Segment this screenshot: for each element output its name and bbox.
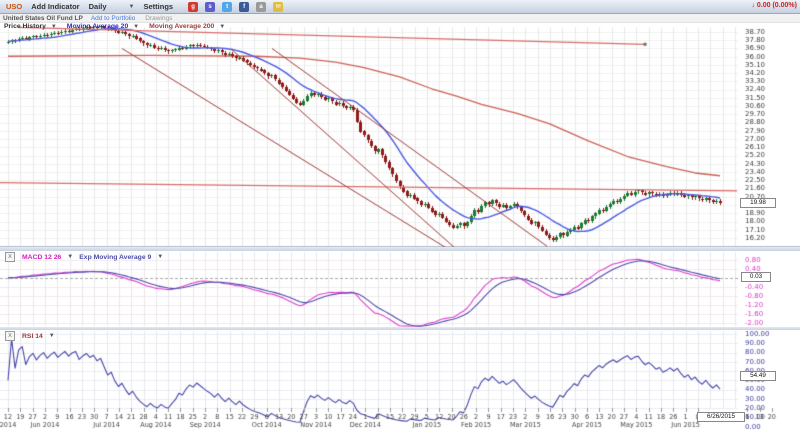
interval-select[interactable]: Daily ▼ xyxy=(89,2,135,11)
drawings-button[interactable]: Drawings xyxy=(145,15,172,22)
chevron-down-icon: ▼ xyxy=(133,24,139,30)
rsi-close-button[interactable]: X xyxy=(5,331,15,341)
rsi-label[interactable]: RSI 14 xyxy=(22,333,43,340)
rsi-panel-canvas[interactable] xyxy=(0,330,800,431)
chevron-down-icon: ▼ xyxy=(219,24,225,30)
lock-icon[interactable]: a xyxy=(256,2,266,12)
chevron-down-icon: ▼ xyxy=(51,24,57,30)
chevron-down-icon: ▼ xyxy=(49,333,55,339)
rsi-current-box: 54.49 xyxy=(740,371,776,381)
chevron-down-icon: ▼ xyxy=(67,254,73,260)
indicator-legend-row: Price History ▼ Moving Average 20 ▼ Movi… xyxy=(4,22,235,30)
price-chart-canvas[interactable] xyxy=(0,26,800,247)
stocktwits-icon[interactable]: s xyxy=(205,2,215,12)
ma20-dropdown[interactable]: Moving Average 20 ▼ xyxy=(67,23,139,30)
company-name: United States Oil Fund LP xyxy=(3,15,83,22)
twitter-icon[interactable]: t xyxy=(222,2,232,12)
down-arrow-icon: ↓ xyxy=(751,2,755,9)
chevron-down-icon: ▼ xyxy=(129,4,135,10)
macd-label[interactable]: MACD 12 26 xyxy=(22,254,61,261)
social-icons: gstfa ✉ xyxy=(181,2,283,12)
googleplus-icon[interactable]: g xyxy=(188,2,198,12)
macd-panel-canvas[interactable] xyxy=(0,251,800,327)
macd-panel-header: X MACD 12 26 ▼ Exp Moving Average 9 ▼ xyxy=(5,252,163,262)
price-change: ↓ 0.00 (0.00%) xyxy=(751,2,797,9)
interval-value: Daily xyxy=(89,2,107,11)
email-icon[interactable]: ✉ xyxy=(273,2,283,12)
macd-current-box: 0.03 xyxy=(741,272,771,282)
price-history-dropdown[interactable]: Price History ▼ xyxy=(4,23,57,30)
symbol-label[interactable]: USO xyxy=(6,2,22,11)
top-toolbar: USO Add Indicator Daily ▼ Settings gstfa… xyxy=(0,0,800,14)
macd-close-button[interactable]: X xyxy=(5,252,15,262)
price-change-text: 0.00 (0.00%) xyxy=(757,2,797,9)
price-current-box: 19.98 xyxy=(740,198,776,208)
add-to-portfolio-link[interactable]: Add to Portfolio xyxy=(91,15,135,22)
charting-app: { "toolbar": { "symbol": "USO", "add_ind… xyxy=(0,0,800,431)
add-indicator-button[interactable]: Add Indicator xyxy=(31,2,79,11)
facebook-icon[interactable]: f xyxy=(239,2,249,12)
chevron-down-icon: ▼ xyxy=(157,254,163,260)
date-current-box: 6/26/2015 xyxy=(697,412,745,422)
ma200-dropdown[interactable]: Moving Average 200 ▼ xyxy=(149,23,225,30)
macd-signal-label[interactable]: Exp Moving Average 9 xyxy=(79,254,151,261)
rsi-panel-header: X RSI 14 ▼ xyxy=(5,331,55,341)
settings-button[interactable]: Settings xyxy=(144,2,174,11)
